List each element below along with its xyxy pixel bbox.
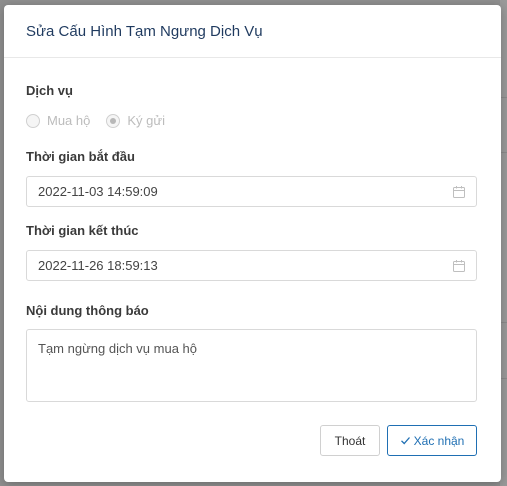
- background-divider: [500, 322, 507, 323]
- notice-value: Tạm ngừng dịch vụ mua hộ: [38, 341, 198, 356]
- start-time-label: Thời gian bắt đầu: [26, 149, 135, 164]
- service-label: Dịch vụ: [26, 83, 73, 98]
- radio-ky-gui-label: Ký gửi: [127, 113, 165, 128]
- radio-mua-ho[interactable]: Mua hộ: [26, 113, 90, 128]
- radio-ky-gui[interactable]: Ký gửi: [106, 113, 165, 128]
- calendar-icon[interactable]: [452, 185, 466, 199]
- radio-ky-gui-circle[interactable]: [106, 113, 121, 128]
- radio-mua-ho-circle[interactable]: [26, 113, 40, 128]
- start-time-value: 2022-11-03 14:59:09: [38, 184, 158, 199]
- background-page: [500, 0, 507, 486]
- end-time-value: 2022-11-26 18:59:13: [38, 258, 158, 273]
- background-divider: [500, 152, 507, 153]
- modal-header: Sửa Cấu Hình Tạm Ngưng Dịch Vụ: [4, 5, 501, 58]
- end-time-input[interactable]: 2022-11-26 18:59:13: [26, 250, 477, 281]
- check-icon: [400, 437, 410, 445]
- background-divider: [500, 378, 507, 379]
- edit-suspension-modal: Sửa Cấu Hình Tạm Ngưng Dịch Vụ Dịch vụ M…: [4, 5, 501, 482]
- radio-mua-ho-label: Mua hộ: [47, 113, 91, 128]
- notice-textarea[interactable]: Tạm ngừng dịch vụ mua hộ: [26, 329, 477, 402]
- cancel-button[interactable]: Thoát: [320, 425, 380, 456]
- submit-button-label: Xác nhận: [413, 433, 465, 448]
- notice-label: Nội dung thông báo: [26, 303, 149, 318]
- service-radio-group: Mua hộ Ký gửi: [26, 113, 181, 128]
- submit-button[interactable]: Xác nhận: [387, 425, 477, 456]
- calendar-icon[interactable]: [452, 259, 466, 273]
- end-time-label: Thời gian kết thúc: [26, 223, 139, 238]
- background-divider: [500, 97, 507, 98]
- start-time-input[interactable]: 2022-11-03 14:59:09: [26, 176, 477, 207]
- modal-title: Sửa Cấu Hình Tạm Ngưng Dịch Vụ: [26, 22, 263, 40]
